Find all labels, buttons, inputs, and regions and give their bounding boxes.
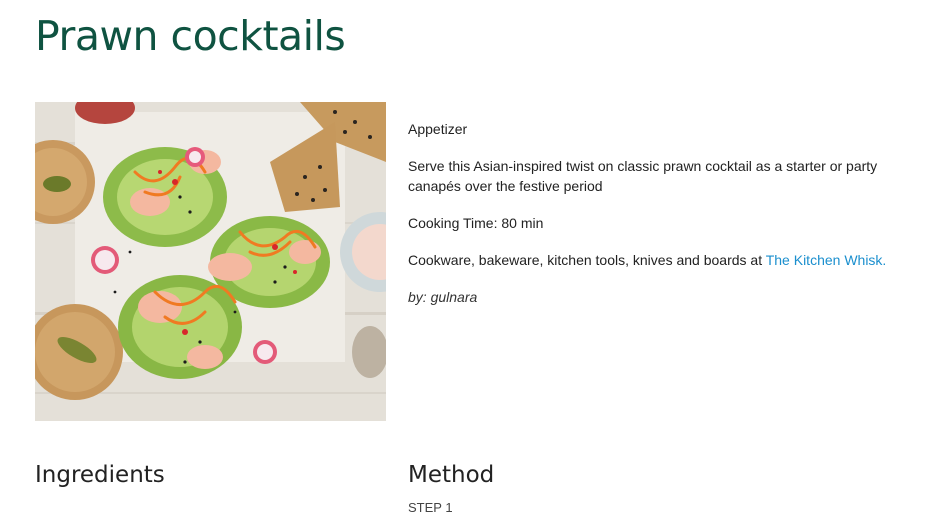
method-step-text: STEP 1 bbox=[408, 500, 453, 515]
kitchen-whisk-link[interactable]: The Kitchen Whisk. bbox=[766, 252, 887, 268]
page-title: Prawn cocktails bbox=[35, 12, 346, 60]
recipe-category: Appetizer bbox=[408, 121, 468, 137]
recipe-photo bbox=[35, 102, 386, 421]
method-heading: Method bbox=[408, 462, 495, 488]
ingredients-heading: Ingredients bbox=[35, 462, 165, 488]
recipe-description: Serve this Asian-inspired twist on class… bbox=[408, 158, 878, 194]
cooking-time: Cooking Time: 80 min bbox=[408, 215, 544, 231]
recipe-info: Appetizer Serve this Asian-inspired twis… bbox=[408, 119, 928, 324]
promo-text: Cookware, bakeware, kitchen tools, knive… bbox=[408, 252, 766, 268]
recipe-author: by: gulnara bbox=[408, 289, 478, 305]
promo-line: Cookware, bakeware, kitchen tools, knive… bbox=[408, 250, 928, 270]
